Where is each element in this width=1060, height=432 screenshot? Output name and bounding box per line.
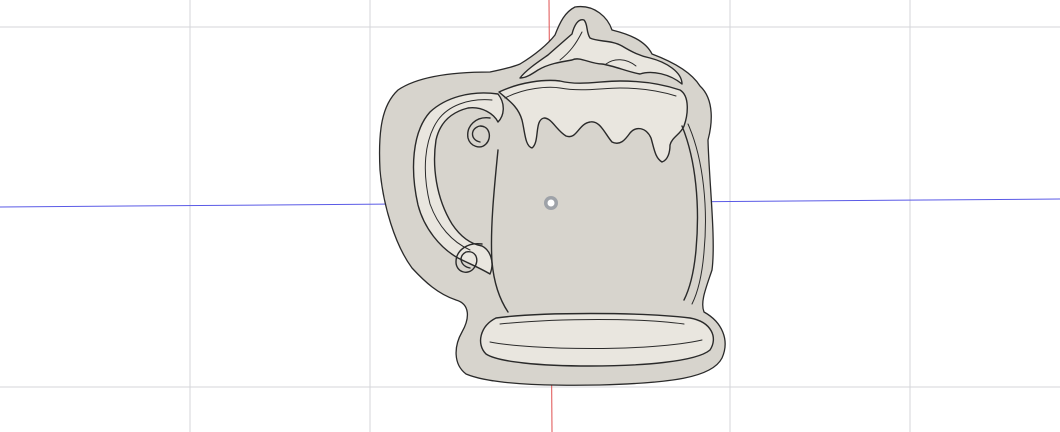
viewport-canvas[interactable] [0, 0, 1060, 432]
mug-foot-wall[interactable] [479, 312, 715, 367]
3d-viewport[interactable] [0, 0, 1060, 432]
origin-point-icon[interactable] [544, 196, 558, 210]
mug-cookie-cutter-model[interactable] [378, 5, 726, 386]
